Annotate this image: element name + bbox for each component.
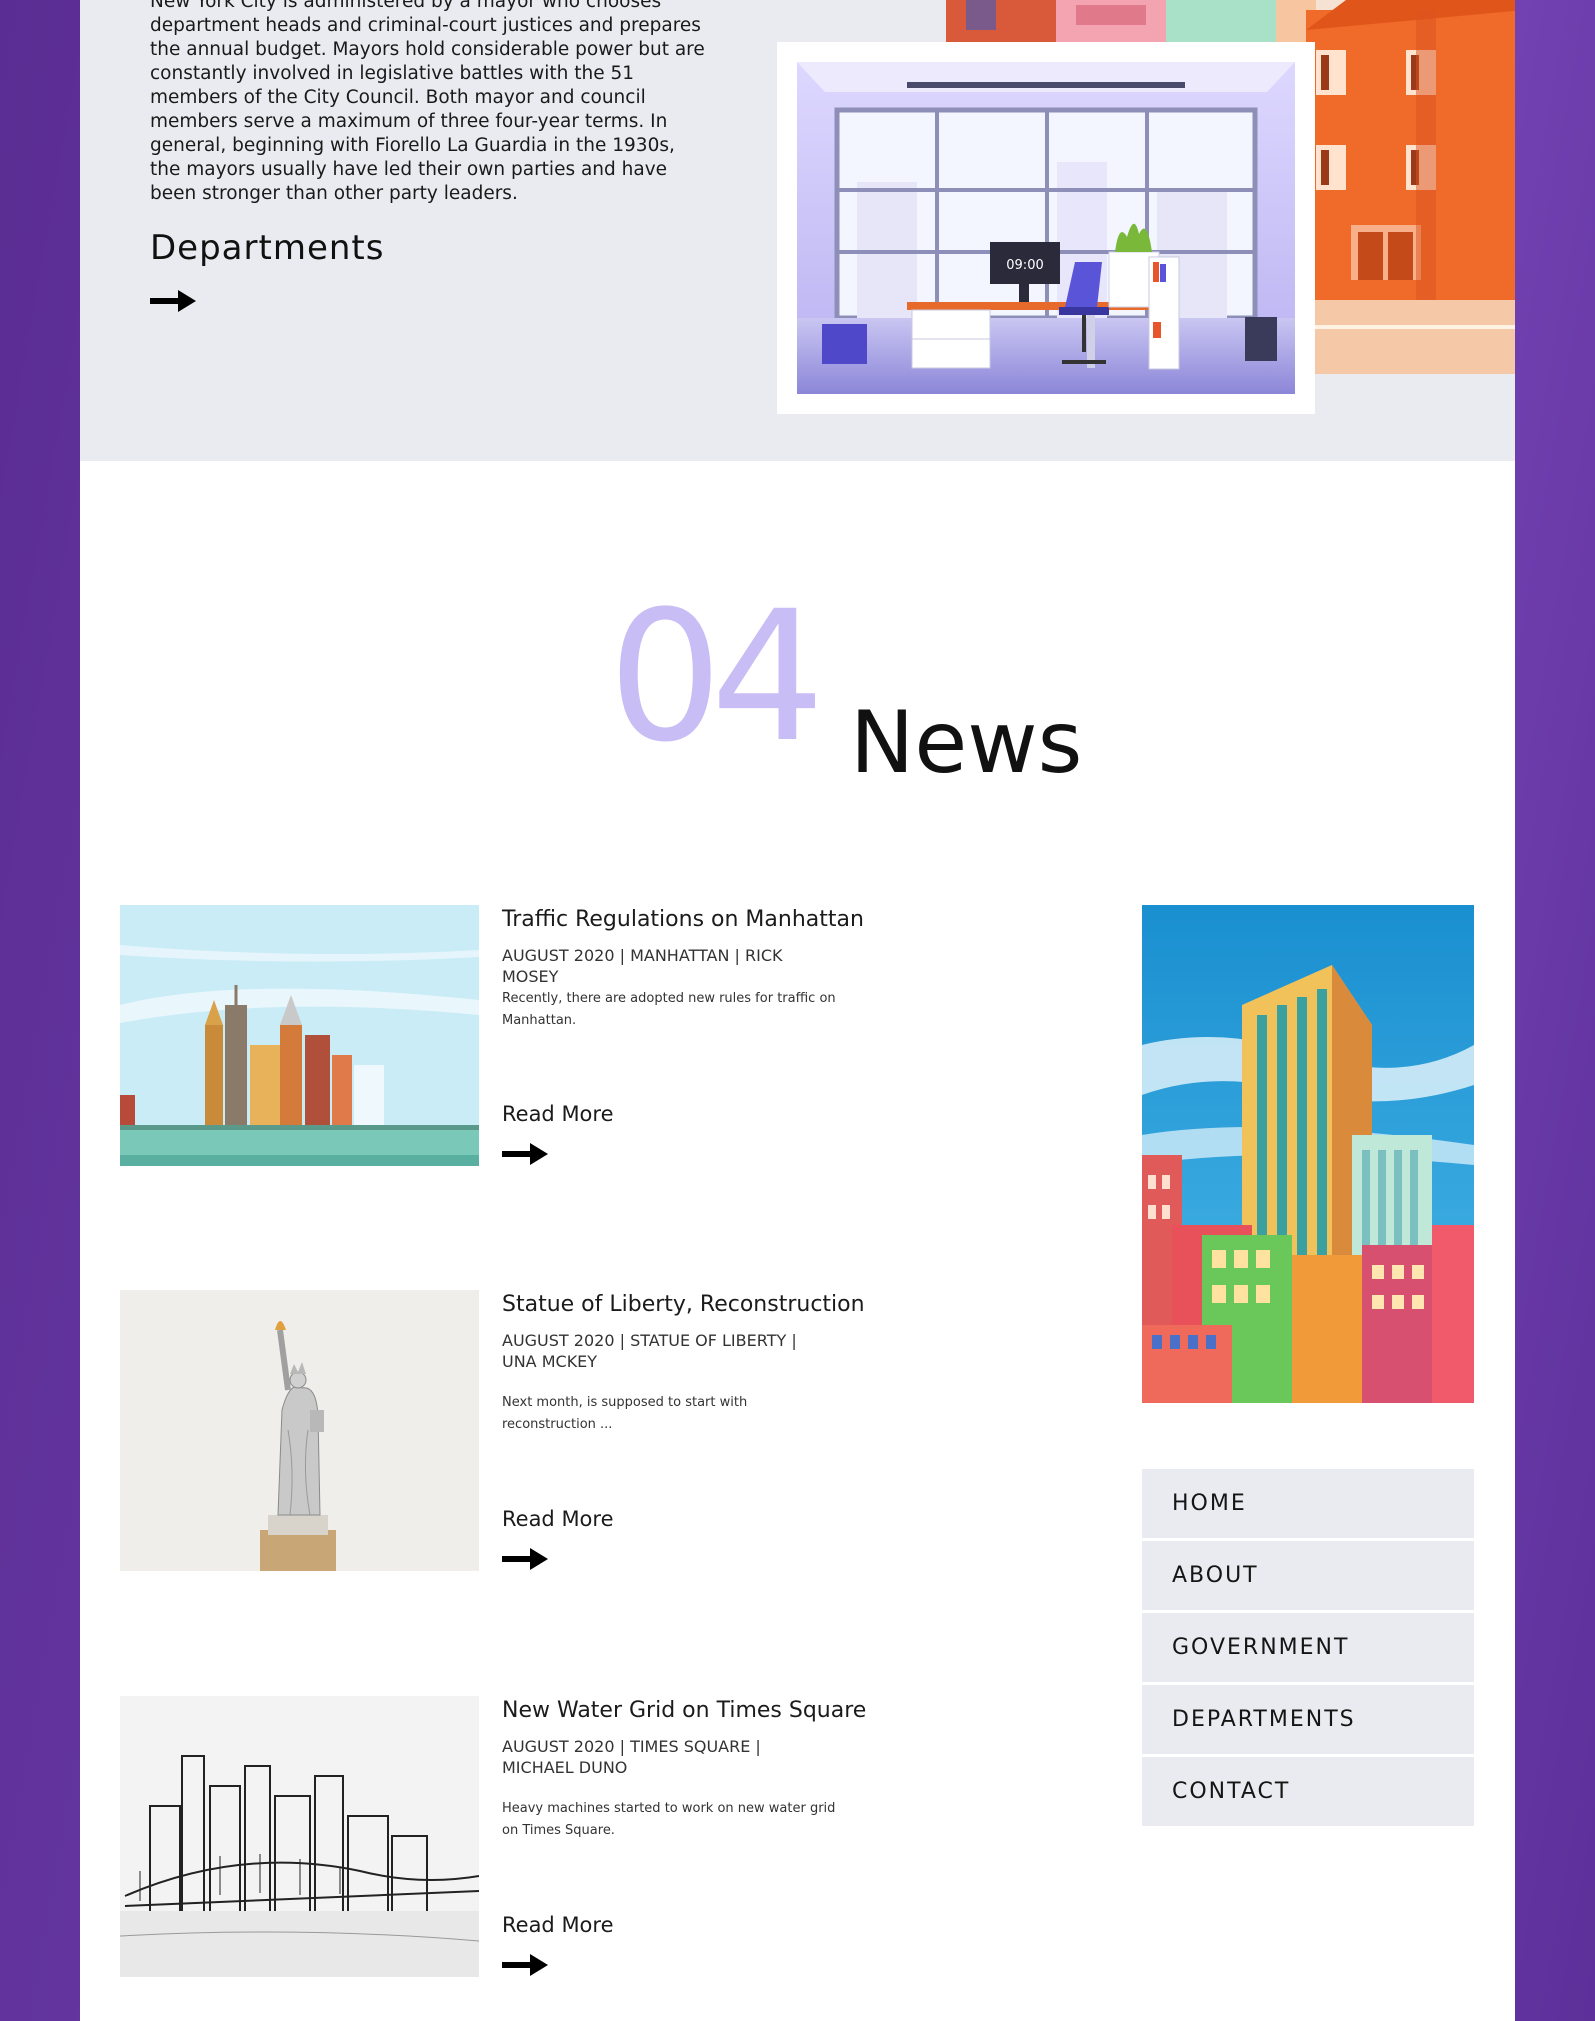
section-number: 04 bbox=[608, 573, 825, 782]
news-article-3: New Water Grid on Times Square AUGUST 20… bbox=[120, 1696, 866, 1986]
news-heading: News bbox=[850, 693, 1083, 793]
statue-of-liberty-image[interactable] bbox=[120, 1290, 479, 1571]
article-excerpt: Recently, there are adopted new rules fo… bbox=[502, 991, 836, 1028]
article-excerpt: Next month, is supposed to start with re… bbox=[502, 1395, 748, 1432]
colorful-skyscrapers-illustration bbox=[1142, 905, 1474, 1403]
manhattan-skyline-image[interactable] bbox=[120, 905, 479, 1166]
read-more-arrow-icon[interactable] bbox=[502, 1954, 548, 1976]
office-clock: 09:00 bbox=[1006, 258, 1043, 273]
news-article-2: Statue of Liberty, Reconstruction AUGUST… bbox=[120, 1290, 865, 1580]
about-section: New York City is administered by a mayor… bbox=[80, 0, 1515, 461]
article-title[interactable]: Traffic Regulations on Manhattan bbox=[502, 907, 864, 932]
menu-item-departments[interactable]: DEPARTMENTS bbox=[1142, 1685, 1474, 1754]
read-more-link[interactable]: Read More bbox=[502, 1507, 614, 1531]
page: New York City is administered by a mayor… bbox=[80, 0, 1515, 2021]
menu-item-contact[interactable]: CONTACT bbox=[1142, 1757, 1474, 1826]
news-article-1: Traffic Regulations on Manhattan AUGUST … bbox=[120, 905, 864, 1175]
about-text: New York City is administered by a mayor… bbox=[150, 0, 705, 204]
article-excerpt: Heavy machines started to work on new wa… bbox=[502, 1801, 836, 1838]
article-meta: AUGUST 2020 | MANHATTAN | RICK MOSEY bbox=[502, 946, 783, 986]
menu-item-about[interactable]: ABOUT bbox=[1142, 1541, 1474, 1610]
read-more-arrow-icon[interactable] bbox=[502, 1143, 548, 1165]
read-more-arrow-icon[interactable] bbox=[502, 1548, 548, 1570]
article-title[interactable]: New Water Grid on Times Square bbox=[502, 1698, 866, 1723]
article-meta: AUGUST 2020 | TIMES SQUARE | MICHAEL DUN… bbox=[502, 1737, 761, 1777]
side-menu: HOME ABOUT GOVERNMENT DEPARTMENTS CONTAC… bbox=[1142, 1469, 1474, 1829]
menu-item-home[interactable]: HOME bbox=[1142, 1469, 1474, 1538]
office-illustration: 09:00 bbox=[797, 62, 1295, 394]
menu-item-government[interactable]: GOVERNMENT bbox=[1142, 1613, 1474, 1682]
article-title[interactable]: Statue of Liberty, Reconstruction bbox=[502, 1292, 865, 1317]
read-more-link[interactable]: Read More bbox=[502, 1913, 614, 1937]
read-more-link[interactable]: Read More bbox=[502, 1102, 614, 1126]
departments-link[interactable]: Departments bbox=[150, 228, 384, 268]
departments-arrow-icon[interactable] bbox=[150, 290, 196, 312]
office-illustration-frame: 09:00 bbox=[777, 42, 1315, 414]
times-square-sketch-image[interactable] bbox=[120, 1696, 479, 1977]
article-meta: AUGUST 2020 | STATUE OF LIBERTY | UNA MC… bbox=[502, 1331, 797, 1371]
